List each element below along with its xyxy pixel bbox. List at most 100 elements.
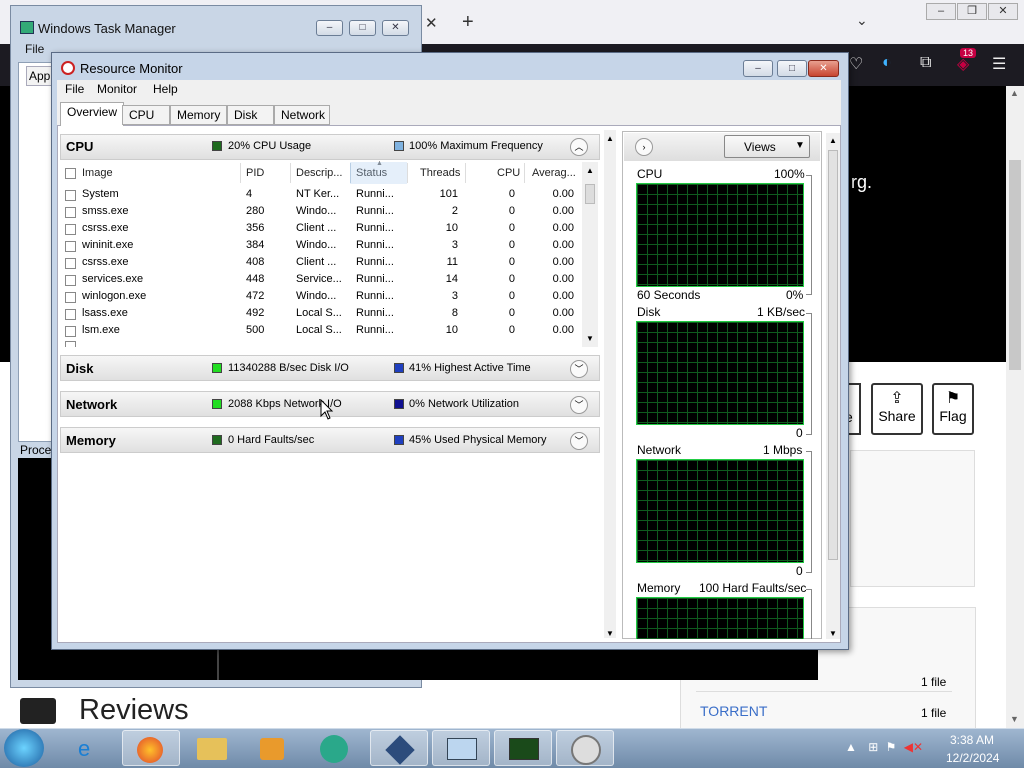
cpu-collapse-icon[interactable]: ︿ [570, 138, 588, 156]
row-checkbox[interactable] [65, 207, 76, 218]
start-button[interactable] [4, 729, 44, 767]
column-separator[interactable] [465, 163, 466, 183]
memory-graph [636, 597, 804, 639]
rm-close-button[interactable]: ✕ [808, 60, 839, 77]
mem-faults-text: 0 Hard Faults/sec [228, 434, 315, 446]
taskbar-media-player[interactable] [244, 730, 302, 766]
menu-file[interactable]: File [65, 82, 84, 96]
action-center-icon[interactable]: ⚑ [886, 740, 897, 754]
extensions-icon[interactable]: ⧉ [920, 54, 931, 72]
tab-overview[interactable]: Overview [60, 102, 125, 126]
show-hidden-icons-icon[interactable]: ▲ [845, 740, 857, 754]
clock-time[interactable]: 3:38 AM [950, 733, 994, 747]
overview-scroll-down-icon[interactable]: ▼ [606, 629, 614, 638]
select-all-checkbox[interactable] [65, 168, 76, 179]
reviews-heading: Reviews [79, 694, 189, 726]
app-icon [320, 735, 348, 763]
network-tray-icon[interactable]: ⊞ [868, 740, 878, 754]
tm-close-button[interactable]: ✕ [382, 20, 409, 36]
column-separator[interactable] [407, 163, 408, 183]
rm-maximize-button[interactable]: □ [777, 60, 807, 77]
taskbar-task-manager[interactable] [432, 730, 490, 766]
menu-icon[interactable]: ☰ [992, 54, 1006, 74]
scroll-down-arrow-icon[interactable]: ▼ [1010, 714, 1019, 724]
graph-scroll-down-icon[interactable]: ▼ [829, 629, 837, 638]
table-cell: Runni... [356, 324, 394, 336]
graph-panel-scrollbar-thumb[interactable] [828, 150, 838, 560]
table-cell: System [82, 188, 119, 200]
column-separator[interactable] [240, 163, 241, 183]
disk-expand-icon[interactable]: ﹀ [570, 360, 588, 378]
tab-cpu[interactable]: CPU [122, 105, 170, 125]
vpn-icon[interactable]: ◐ [882, 54, 892, 72]
cpu-scroll-down-icon[interactable]: ▼ [586, 334, 594, 343]
col-pid[interactable]: PID [246, 167, 264, 179]
col-threads[interactable]: Threads [420, 167, 460, 179]
row-checkbox[interactable] [65, 275, 76, 286]
tm-tab-applications[interactable]: App [26, 66, 52, 86]
resource-monitor-icon [61, 61, 75, 75]
list-tabs-button[interactable]: ⌄ [856, 12, 868, 29]
browser-close-button[interactable]: ✕ [988, 3, 1018, 20]
taskbar-gauge-app[interactable] [556, 730, 614, 766]
row-checkbox[interactable] [65, 224, 76, 235]
graph-scroll-up-icon[interactable]: ▲ [829, 136, 837, 145]
row-checkbox[interactable] [65, 190, 76, 201]
table-cell: Runni... [356, 307, 394, 319]
tab-disk[interactable]: Disk [227, 105, 274, 125]
views-dropdown-icon[interactable]: ▼ [795, 140, 805, 151]
table-cell: NT Ker... [296, 188, 340, 200]
tm-maximize-button[interactable]: □ [349, 20, 376, 36]
rm-minimize-button[interactable]: – [743, 60, 773, 77]
row-checkbox[interactable] [65, 241, 76, 252]
taskbar-resource-monitor[interactable] [494, 730, 552, 766]
taskbar-firefox[interactable] [122, 730, 180, 766]
page-scrollbar-thumb[interactable] [1009, 160, 1021, 370]
row-checkbox[interactable] [65, 258, 76, 269]
flag-button[interactable]: ⚑ Flag [932, 383, 974, 435]
column-separator[interactable] [524, 163, 525, 183]
cpu-scroll-up-icon[interactable]: ▲ [586, 166, 594, 175]
tm-menu-file[interactable]: File [25, 42, 44, 56]
tab-memory[interactable]: Memory [170, 105, 227, 125]
taskbar-explorer[interactable] [184, 730, 242, 766]
disk-io-swatch [212, 363, 222, 373]
torrent-link[interactable]: TORRENT [700, 703, 767, 719]
clock-date[interactable]: 12/2/2024 [946, 751, 999, 765]
table-cell: wininit.exe [82, 239, 134, 251]
pocket-icon[interactable]: ♡ [849, 54, 863, 74]
scroll-up-arrow-icon[interactable]: ▲ [1010, 88, 1019, 98]
menu-help[interactable]: Help [153, 82, 178, 96]
overview-scroll-up-icon[interactable]: ▲ [606, 134, 614, 143]
cpu-table-scrollbar-thumb[interactable] [585, 184, 595, 204]
taskbar-app-teal[interactable] [306, 730, 364, 766]
table-cell: 101 [439, 188, 458, 200]
memory-expand-icon[interactable]: ﹀ [570, 432, 588, 450]
row-checkbox[interactable] [65, 341, 76, 347]
taskbar-ie[interactable]: e [62, 730, 120, 766]
cpu-graph-label: CPU [637, 167, 663, 181]
row-checkbox[interactable] [65, 326, 76, 337]
col-description[interactable]: Descrip... [296, 167, 342, 179]
tm-minimize-button[interactable]: – [316, 20, 343, 36]
col-average[interactable]: Averag... [532, 167, 576, 179]
col-image[interactable]: Image [82, 167, 113, 179]
menu-monitor[interactable]: Monitor [97, 82, 137, 96]
mem-faults-swatch [212, 435, 222, 445]
new-tab-button[interactable]: + [462, 11, 474, 34]
tab-close-button[interactable]: ✕ [425, 14, 438, 32]
column-separator[interactable] [290, 163, 291, 183]
network-expand-icon[interactable]: ﹀ [570, 396, 588, 414]
memory-graph-max: 100 Hard Faults/sec [699, 581, 807, 595]
taskbar-virtualbox[interactable] [370, 730, 428, 766]
row-checkbox[interactable] [65, 292, 76, 303]
tab-network[interactable]: Network [274, 105, 330, 125]
hide-monitoring-icon[interactable]: › [635, 138, 653, 156]
overview-scrollbar[interactable] [604, 130, 616, 638]
row-checkbox[interactable] [65, 309, 76, 320]
browser-minimize-button[interactable]: – [926, 3, 956, 20]
volume-muted-icon[interactable]: ◀✕ [904, 740, 923, 754]
browser-restore-button[interactable]: ❐ [957, 3, 987, 20]
col-cpu[interactable]: CPU [497, 167, 520, 179]
share-button[interactable]: ⇪ Share [871, 383, 923, 435]
